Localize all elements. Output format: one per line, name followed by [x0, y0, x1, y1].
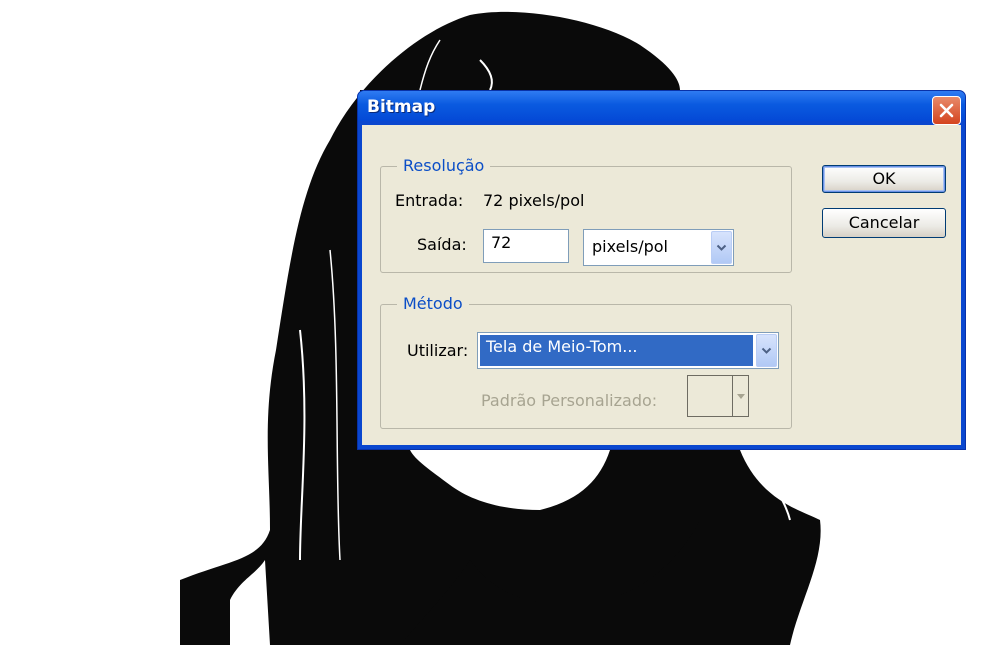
custom-pattern-label: Padrão Personalizado:: [481, 391, 658, 410]
method-group-title: Método: [397, 294, 469, 313]
custom-pattern-picker: [687, 375, 749, 417]
resolution-group: Resolução Entrada: 72 pixels/pol Saída: …: [380, 156, 792, 273]
ok-button[interactable]: OK: [822, 165, 946, 193]
method-use-label: Utilizar:: [407, 341, 469, 360]
cancel-button[interactable]: Cancelar: [822, 208, 946, 238]
dropdown-arrow-icon: [737, 394, 745, 399]
dialog-title: Bitmap: [367, 97, 436, 117]
title-bar[interactable]: Bitmap: [358, 91, 965, 125]
resolution-group-title: Resolução: [397, 156, 491, 175]
output-unit-select[interactable]: pixels/pol: [583, 229, 734, 266]
chevron-down-icon: [716, 244, 727, 251]
method-dropdown-button[interactable]: [756, 334, 777, 367]
output-resolution-label: Saída:: [417, 235, 467, 254]
method-group: Método Utilizar: Tela de Meio-Tom... Pad…: [380, 294, 792, 429]
method-select-value: Tela de Meio-Tom...: [486, 337, 638, 356]
dialog-client-area: Resolução Entrada: 72 pixels/pol Saída: …: [362, 125, 961, 445]
input-resolution-value: 72 pixels/pol: [483, 191, 585, 210]
output-resolution-input[interactable]: 72: [483, 229, 569, 263]
chevron-down-icon: [761, 347, 772, 354]
close-button[interactable]: [932, 96, 961, 125]
bitmap-dialog: Bitmap Resolução Entrada: 72 pixels/pol …: [357, 90, 966, 450]
custom-pattern-divider: [732, 376, 733, 416]
close-icon: [939, 103, 954, 118]
output-unit-value: pixels/pol: [592, 237, 668, 256]
output-unit-dropdown-button[interactable]: [711, 231, 732, 264]
method-select[interactable]: Tela de Meio-Tom...: [477, 332, 779, 369]
input-resolution-label: Entrada:: [395, 191, 464, 210]
